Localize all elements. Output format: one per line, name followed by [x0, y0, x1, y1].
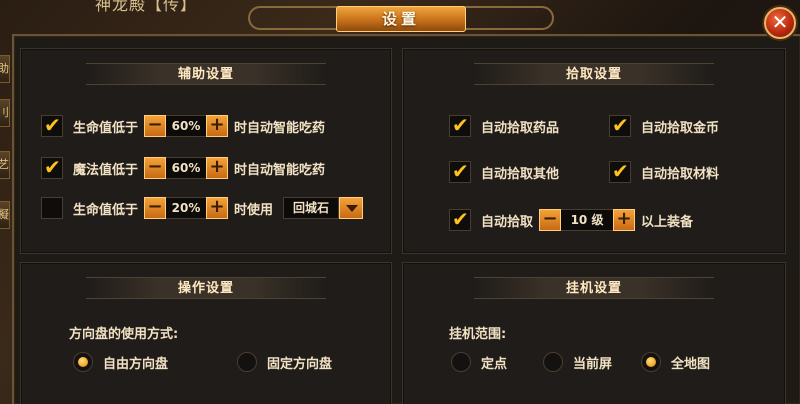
pickup-settings-header: 拾取设置: [403, 63, 785, 89]
equipment-level-plus-button[interactable]: +: [613, 209, 636, 231]
mp-potion-plus-button[interactable]: +: [206, 157, 229, 179]
pickup-equipment-suffix: 以上装备: [641, 214, 694, 230]
fixed-joystick-radio[interactable]: [237, 352, 257, 372]
idle-full-map-label: 全地图: [671, 356, 711, 372]
fixed-joystick-option[interactable]: 固定方向盘: [237, 349, 332, 375]
return-scroll-stepper: − 20% +: [144, 197, 229, 219]
idle-fixed-point-radio[interactable]: [451, 352, 471, 372]
return-scroll-plus-button[interactable]: +: [206, 197, 229, 219]
pickup-potion-row: ✔ 自动拾取药品: [449, 113, 559, 139]
pickup-equipment-row: ✔ 自动拾取 − 10 级 + 以上装备: [449, 207, 693, 233]
close-icon: ✕: [771, 10, 789, 34]
idle-current-screen-label: 当前屏: [573, 356, 613, 372]
check-icon: ✔: [612, 159, 629, 183]
pickup-other-checkbox[interactable]: ✔: [449, 159, 471, 183]
equipment-level-stepper: − 10 级 +: [539, 209, 636, 231]
pickup-gold-label: 自动拾取金币: [641, 120, 720, 136]
dropdown-arrow-icon[interactable]: [339, 197, 364, 219]
hp-potion-value: 60%: [166, 115, 207, 137]
operation-settings-header: 操作设置: [21, 277, 391, 303]
idle-current-screen-radio[interactable]: [543, 352, 563, 372]
pickup-material-label: 自动拾取材料: [641, 166, 720, 182]
pickup-other-label: 自动拾取其他: [481, 166, 560, 182]
hp-potion-row: ✔ 生命值低于 − 60% + 时自动智能吃药: [41, 113, 325, 139]
mp-potion-checkbox[interactable]: ✔: [41, 155, 63, 179]
idle-range-question-label: 挂机范围:: [449, 326, 507, 342]
pickup-other-row: ✔ 自动拾取其他: [449, 159, 559, 185]
pickup-equipment-checkbox[interactable]: ✔: [449, 207, 471, 231]
assist-settings-header: 辅助设置: [21, 63, 391, 89]
idle-settings-header: 挂机设置: [403, 277, 785, 303]
idle-full-map-radio[interactable]: [641, 352, 661, 372]
operation-settings-title: 操作设置: [177, 281, 234, 296]
check-icon: ✔: [44, 113, 61, 137]
return-scroll-label: 生命值低于: [73, 202, 139, 218]
close-button[interactable]: ✕: [764, 7, 796, 39]
hp-potion-plus-button[interactable]: +: [206, 115, 229, 137]
idle-settings-panel: 挂机设置 挂机范围: 定点 当前屏 全地图: [402, 262, 786, 404]
idle-current-screen-option[interactable]: 当前屏: [543, 349, 612, 375]
settings-window: 辅助设置 ✔ 生命值低于 − 60% + 时自动智能吃药 ✔ 魔法值低于 − 6…: [12, 34, 800, 404]
return-scroll-checkbox[interactable]: [41, 197, 63, 219]
return-scroll-row: 生命值低于 − 20% + 时使用 回城石: [41, 195, 364, 221]
idle-settings-title: 挂机设置: [565, 281, 622, 296]
side-tab-1[interactable]: 助: [0, 55, 10, 83]
mp-potion-stepper: − 60% +: [144, 157, 229, 179]
mp-potion-label: 魔法值低于: [73, 162, 139, 178]
pickup-settings-title: 拾取设置: [565, 67, 622, 82]
check-icon: ✔: [612, 113, 629, 137]
assist-settings-panel: 辅助设置 ✔ 生命值低于 − 60% + 时自动智能吃药 ✔ 魔法值低于 − 6…: [20, 48, 392, 254]
joystick-question-row: 方向盘的使用方式:: [69, 319, 178, 345]
side-tab-2[interactable]: 刂: [0, 99, 10, 127]
hp-potion-label: 生命值低于: [73, 120, 139, 136]
idle-full-map-option[interactable]: 全地图: [641, 349, 710, 375]
pickup-potion-checkbox[interactable]: ✔: [449, 113, 471, 137]
assist-settings-title: 辅助设置: [177, 67, 234, 82]
joystick-question-label: 方向盘的使用方式:: [69, 326, 179, 342]
title-ornament-left: [248, 6, 348, 30]
check-icon: ✔: [452, 207, 469, 231]
hp-potion-checkbox[interactable]: ✔: [41, 113, 63, 137]
check-icon: ✔: [452, 113, 469, 137]
check-icon: ✔: [44, 155, 61, 179]
pickup-equipment-label: 自动拾取: [481, 214, 534, 230]
fixed-joystick-label: 固定方向盘: [267, 356, 333, 372]
hp-potion-stepper: − 60% +: [144, 115, 229, 137]
operation-settings-panel: 操作设置 方向盘的使用方式: 自由方向盘 固定方向盘: [20, 262, 392, 404]
idle-range-question-row: 挂机范围:: [449, 319, 506, 345]
free-joystick-option[interactable]: 自由方向盘: [73, 349, 168, 375]
return-scroll-minus-button[interactable]: −: [144, 197, 167, 219]
pickup-material-row: ✔ 自动拾取材料: [609, 159, 719, 185]
pickup-material-checkbox[interactable]: ✔: [609, 159, 631, 183]
hp-potion-suffix: 时自动智能吃药: [234, 120, 326, 136]
pickup-gold-checkbox[interactable]: ✔: [609, 113, 631, 137]
idle-fixed-point-label: 定点: [481, 356, 508, 372]
item-select[interactable]: 回城石: [283, 197, 364, 219]
title-ornament-right: [454, 6, 554, 30]
free-joystick-radio[interactable]: [73, 352, 93, 372]
hp-potion-minus-button[interactable]: −: [144, 115, 167, 137]
pickup-gold-row: ✔ 自动拾取金币: [609, 113, 719, 139]
mp-potion-row: ✔ 魔法值低于 − 60% + 时自动智能吃药: [41, 155, 325, 181]
pickup-potion-label: 自动拾取药品: [481, 120, 560, 136]
title-frame: 设置: [248, 0, 554, 38]
side-tab-4[interactable]: 擬: [0, 201, 10, 229]
mp-potion-suffix: 时自动智能吃药: [234, 162, 326, 178]
side-tab-3[interactable]: 艺: [0, 151, 10, 179]
mp-potion-value: 60%: [166, 157, 207, 179]
item-select-value: 回城石: [283, 197, 340, 219]
side-tab-strip: 助 刂 艺 擬: [0, 55, 10, 235]
background-title-text: 神龙殿【传】: [95, 0, 198, 14]
return-scroll-suffix: 时使用: [234, 202, 274, 218]
equipment-level-minus-button[interactable]: −: [539, 209, 562, 231]
return-scroll-value: 20%: [166, 197, 207, 219]
equipment-level-value: 10 级: [561, 209, 614, 231]
check-icon: ✔: [452, 159, 469, 183]
idle-fixed-point-option[interactable]: 定点: [451, 349, 507, 375]
mp-potion-minus-button[interactable]: −: [144, 157, 167, 179]
free-joystick-label: 自由方向盘: [103, 356, 169, 372]
pickup-settings-panel: 拾取设置 ✔ 自动拾取药品 ✔ 自动拾取金币 ✔ 自动拾取其他 ✔ 自动拾取材料…: [402, 48, 786, 254]
window-title: 设置: [336, 6, 466, 32]
